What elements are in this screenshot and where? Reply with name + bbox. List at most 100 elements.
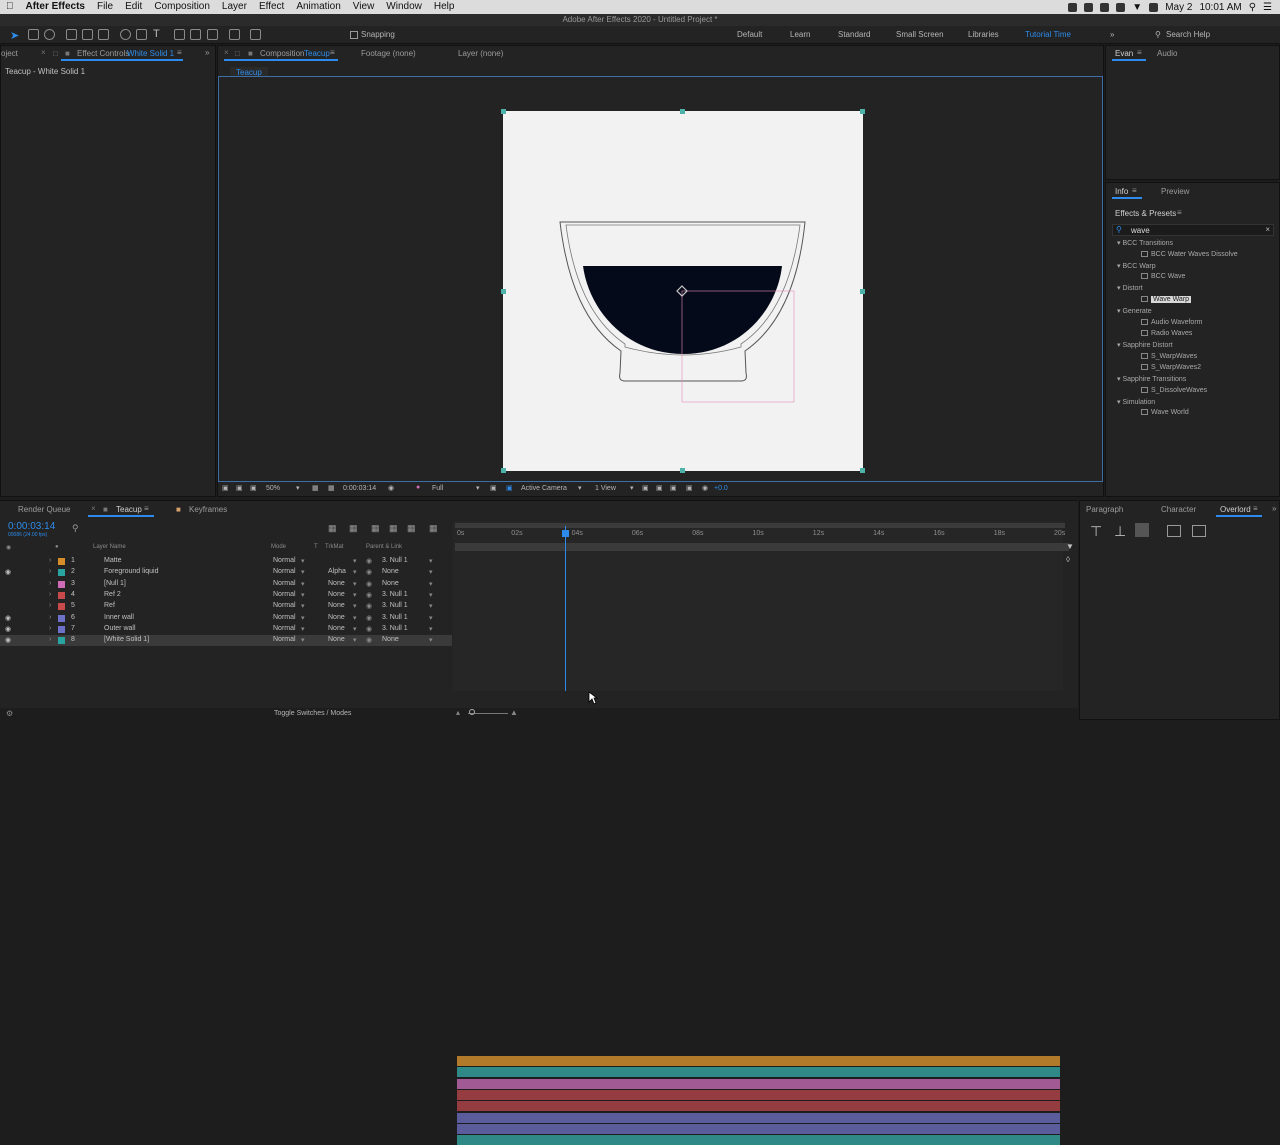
- panel-menu-icon[interactable]: ≡: [144, 504, 149, 513]
- layer-row[interactable]: ◉ › 6 Inner wall Normal ▾ None ▾ ◉ 3. Null 1 ▾: [0, 613, 452, 624]
- ellipse-tool-icon[interactable]: [120, 29, 131, 40]
- layer-mode-select[interactable]: Normal: [273, 636, 296, 643]
- workspace-small-screen[interactable]: Small Screen: [896, 30, 944, 39]
- camera-select[interactable]: Active Camera: [521, 485, 567, 492]
- effects-item[interactable]: Wave World: [1141, 409, 1189, 416]
- status-icon[interactable]: [1068, 2, 1078, 12]
- channels-icon[interactable]: ●: [416, 484, 420, 491]
- pick-whip-icon[interactable]: ◉: [366, 636, 372, 644]
- zoom-in-icon[interactable]: ▲: [510, 708, 518, 717]
- effects-search-value[interactable]: wave: [1131, 226, 1150, 235]
- push-to-ae-icon[interactable]: ⊤: [1090, 523, 1102, 540]
- expand-arrow-icon[interactable]: ›: [49, 591, 51, 598]
- expand-arrow-icon[interactable]: ›: [49, 580, 51, 587]
- status-icon[interactable]: [1100, 2, 1110, 12]
- effects-item-selected[interactable]: Wave Warp: [1141, 296, 1192, 303]
- layer-parent-select[interactable]: None: [382, 568, 399, 575]
- monitor-icon[interactable]: ▣: [236, 484, 243, 492]
- brush-tool-icon[interactable]: [174, 29, 185, 40]
- selection-tool-icon[interactable]: ➤: [10, 29, 19, 42]
- expand-arrow-icon[interactable]: ›: [49, 625, 51, 632]
- zoom-tool-icon[interactable]: [44, 29, 55, 40]
- work-area-range[interactable]: [455, 543, 1069, 551]
- av-features-icon[interactable]: ◉: [6, 544, 11, 551]
- effects-item[interactable]: BCC Water Waves Dissolve: [1141, 251, 1238, 258]
- comp-end-marker-icon[interactable]: ▼: [1066, 542, 1074, 551]
- battery-icon[interactable]: [1149, 2, 1159, 12]
- panel-menu-icon[interactable]: ≡: [1132, 186, 1137, 195]
- layer-parent-select[interactable]: 3. Null 1: [382, 602, 408, 609]
- project-tab[interactable]: oject: [1, 49, 18, 58]
- overlord-tab[interactable]: Overlord: [1220, 505, 1251, 514]
- overlord-grid-icon[interactable]: [1135, 523, 1149, 537]
- chevron-down-icon[interactable]: ▾: [578, 484, 582, 492]
- label-color-swatch[interactable]: [58, 637, 65, 645]
- chevron-down-icon[interactable]: ▾: [353, 580, 357, 588]
- draft-3d-icon[interactable]: ▦: [349, 523, 358, 534]
- menu-window[interactable]: Window: [380, 0, 428, 14]
- chevron-down-icon[interactable]: ▾: [429, 602, 433, 610]
- effects-item[interactable]: S_DissolveWaves: [1141, 387, 1207, 394]
- layer-mode-select[interactable]: Normal: [273, 602, 296, 609]
- close-icon[interactable]: ×: [224, 48, 229, 57]
- composition-mini-flowchart-icon[interactable]: ▦: [328, 523, 337, 534]
- chevron-down-icon[interactable]: ▾: [301, 591, 305, 599]
- search-help-input[interactable]: Search Help: [1166, 30, 1210, 39]
- chevron-down-icon[interactable]: ▾: [353, 602, 357, 610]
- menu-help[interactable]: Help: [428, 0, 461, 14]
- layer-mode-select[interactable]: Normal: [273, 591, 296, 598]
- layer-row[interactable]: › 4 Ref 2 Normal ▾ None ▾ ◉ 3. Null 1 ▾: [0, 590, 452, 601]
- layer-row[interactable]: ◉ › 8 [White Solid 1] Normal ▾ None ▾ ◉ None ▾: [0, 635, 452, 647]
- frame-blending-icon[interactable]: ▦: [389, 523, 398, 534]
- workspace-standard[interactable]: Standard: [838, 30, 870, 39]
- workspace-libraries[interactable]: Libraries: [968, 30, 999, 39]
- render-queue-tab[interactable]: Render Queue: [18, 505, 70, 514]
- layer-duration-bar[interactable]: [457, 1078, 1060, 1089]
- layer-duration-bar[interactable]: [457, 1123, 1060, 1134]
- hand-tool-icon[interactable]: [28, 29, 39, 40]
- panel-menu-icon[interactable]: ≡: [177, 48, 182, 57]
- status-icon[interactable]: [1084, 2, 1094, 12]
- layer-parent-select[interactable]: None: [382, 636, 399, 643]
- chevron-down-icon[interactable]: ▾: [301, 636, 305, 644]
- effects-item[interactable]: BCC Wave: [1141, 273, 1185, 280]
- audio-tab[interactable]: Audio: [1157, 49, 1177, 58]
- chevron-down-icon[interactable]: ▾: [429, 591, 433, 599]
- pan-behind-tool-icon[interactable]: [98, 29, 109, 40]
- status-icon[interactable]: [1116, 2, 1126, 12]
- timeline-icon[interactable]: ▣: [670, 484, 677, 492]
- chevron-down-icon[interactable]: ▾: [429, 614, 433, 622]
- footage-tab[interactable]: Footage (none): [361, 49, 416, 58]
- visibility-eye-icon[interactable]: ◉: [5, 614, 11, 622]
- trkmat-header[interactable]: TrkMat: [325, 544, 343, 550]
- layer-mode-select[interactable]: Normal: [273, 625, 296, 632]
- always-preview-icon[interactable]: ▣: [222, 484, 229, 492]
- eraser-tool-icon[interactable]: [207, 29, 218, 40]
- effects-item[interactable]: Radio Waves: [1141, 330, 1192, 337]
- chevron-down-icon[interactable]: ▾: [353, 625, 357, 633]
- fast-preview-icon[interactable]: ▣: [656, 484, 663, 492]
- visibility-eye-icon[interactable]: ◉: [5, 636, 11, 644]
- chevron-down-icon[interactable]: ▾: [301, 580, 305, 588]
- effect-controls-tab[interactable]: Effect Controls: [77, 49, 129, 58]
- pick-whip-icon[interactable]: ◉: [366, 580, 372, 588]
- exposure-reset-icon[interactable]: ◉: [702, 484, 708, 492]
- app-menu[interactable]: After Effects: [20, 0, 91, 14]
- resolution-select[interactable]: Full: [432, 485, 443, 492]
- pick-whip-icon[interactable]: ◉: [366, 568, 372, 576]
- layer-name[interactable]: Outer wall: [104, 625, 136, 632]
- expand-arrow-icon[interactable]: ›: [49, 602, 51, 609]
- snapshot-icon[interactable]: ◉: [388, 484, 394, 492]
- grid-icon[interactable]: ▦: [312, 484, 319, 492]
- label-color-swatch[interactable]: [58, 591, 65, 599]
- view-layout-select[interactable]: 1 View: [595, 485, 616, 492]
- effects-item[interactable]: Audio Waveform: [1141, 319, 1202, 326]
- panel-menu-icon[interactable]: ≡: [1137, 48, 1142, 57]
- lock-icon[interactable]: □: [53, 49, 58, 58]
- effects-search-input[interactable]: ⚲ wave ×: [1112, 224, 1274, 236]
- effects-item[interactable]: S_WarpWaves2: [1141, 364, 1201, 371]
- pick-whip-icon[interactable]: ◉: [366, 625, 372, 633]
- layer-duration-bar[interactable]: [457, 1135, 1060, 1145]
- panel-overflow-icon[interactable]: »: [205, 48, 209, 57]
- chevron-down-icon[interactable]: ▾: [353, 568, 357, 576]
